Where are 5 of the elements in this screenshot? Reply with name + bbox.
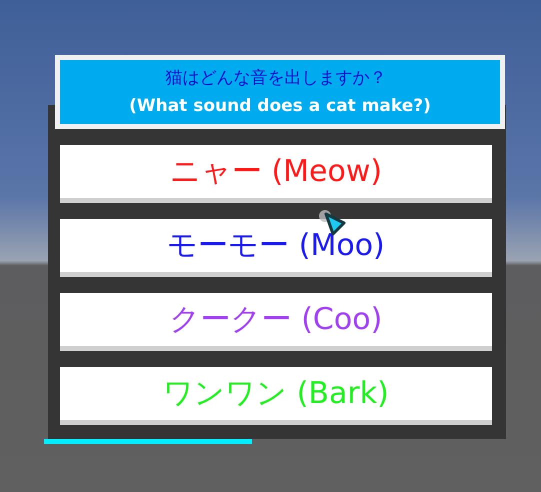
answer-option[interactable]: モーモー (Moo) <box>60 219 492 277</box>
answer-option[interactable]: クークー (Coo) <box>60 293 492 351</box>
question-english: (What sound does a cat make?) <box>129 95 431 118</box>
answer-option[interactable]: ニャー (Meow) <box>60 145 492 203</box>
question-japanese: 猫はどんな音を出しますか？ <box>166 67 386 90</box>
